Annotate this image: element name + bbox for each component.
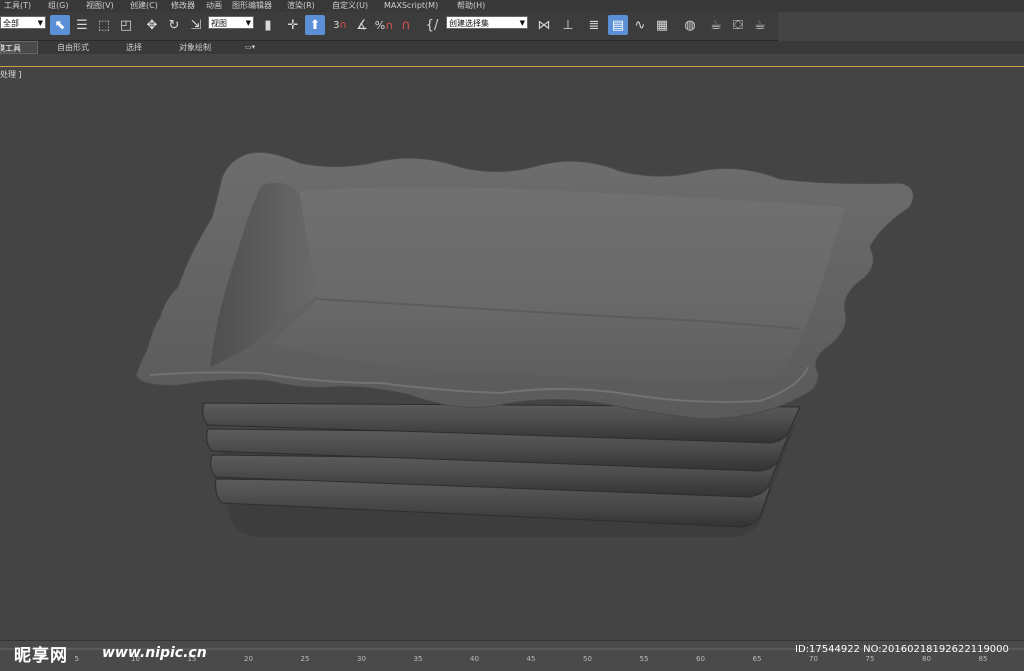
timeline-tick-label: 80: [922, 655, 931, 663]
schematic-view-icon[interactable]: ▦: [652, 15, 672, 35]
layer-manager-icon[interactable]: ≣: [584, 15, 604, 35]
align-icon[interactable]: ⊥: [558, 15, 578, 35]
scale-icon[interactable]: ⇲: [186, 15, 206, 35]
ribbon-divider: [0, 66, 1024, 67]
timeline-tick-label: 40: [470, 655, 479, 663]
menu-rendering[interactable]: 渲染(R): [287, 0, 315, 12]
timeline-tick-label: 20: [244, 655, 253, 663]
menu-bar: 工具(T) 组(G) 视图(V) 创建(C) 修改器 动画 图形编辑器 渲染(R…: [0, 0, 1024, 12]
menu-maxscript[interactable]: MAXScript(M): [384, 0, 438, 12]
timeline-tick-label: 60: [696, 655, 705, 663]
menu-view[interactable]: 视图(V): [86, 0, 114, 12]
main-toolbar: 全部 ▼ ⬉ ☰ ⬚ ◰ ✥ ↻ ⇲ 视图 ▼ ▮ ✛ ⬆ 3 ∩ ∡ % ∩ ∩ …: [0, 12, 778, 41]
named-selection-dropdown[interactable]: 创建选择集 ▼: [446, 16, 528, 29]
spinner-snap-icon[interactable]: ∩: [396, 15, 416, 35]
tab-selection[interactable]: 选择: [126, 41, 142, 54]
watermark-id: ID:17544922 NO:20160218192622119000: [795, 644, 1009, 655]
curve-editor-icon[interactable]: ∿: [630, 15, 650, 35]
transform-gizmo-icon[interactable]: ✛: [283, 15, 303, 35]
angle-snap-icon[interactable]: ∡: [352, 15, 372, 35]
material-editor-icon[interactable]: ◍: [680, 15, 700, 35]
ribbon: 建模工具 自由形式 选择 对象绘制 ▭▾: [0, 41, 1024, 54]
tab-freeform[interactable]: 自由形式: [57, 41, 89, 54]
scene-explorer-icon[interactable]: ▤: [608, 15, 628, 35]
window-crossing-icon[interactable]: ◰: [116, 15, 136, 35]
menu-customize[interactable]: 自定义(U): [332, 0, 368, 12]
ribbon-options-icon[interactable]: ▭▾: [245, 41, 255, 54]
chevron-down-icon: ▼: [245, 19, 251, 27]
perspective-viewport[interactable]: 处理 ]: [0, 67, 1024, 640]
timeline-tick-label: 85: [978, 655, 988, 663]
tab-object-paint[interactable]: 对象绘制: [179, 41, 211, 54]
edit-named-selection-icon[interactable]: {/: [422, 15, 442, 35]
menu-create[interactable]: 创建(C): [130, 0, 158, 12]
snaps-toggle-icon[interactable]: 3 ∩: [330, 15, 350, 35]
timeline-tick-label: 55: [639, 655, 649, 663]
timeline-tick-label: 25: [300, 655, 310, 663]
reference-coord-value: 视图: [211, 19, 227, 28]
keyboard-shortcut-override-icon[interactable]: ⬆: [305, 15, 325, 35]
dish-base-bands: [202, 402, 801, 537]
watermark-url: www.nipic.cn: [102, 645, 207, 661]
timeline-tick-label: 75: [865, 655, 875, 663]
reference-coord-dropdown[interactable]: 视图 ▼: [208, 16, 254, 29]
menu-help[interactable]: 帮助(H): [457, 0, 485, 12]
toolbar-empty-area: [778, 12, 1024, 40]
tab-modeling-label: 建模工具: [1, 44, 21, 53]
menu-animation[interactable]: 动画: [206, 0, 222, 12]
timeline-tick-label: 70: [809, 655, 818, 663]
menu-modifiers[interactable]: 修改器: [171, 0, 195, 12]
timeline-tick-label: 30: [357, 655, 366, 663]
chevron-down-icon: ▼: [519, 19, 525, 27]
timeline-tick-label: 5: [74, 655, 79, 663]
rectangular-selection-icon[interactable]: ⬚: [94, 15, 114, 35]
render-production-icon[interactable]: ☕: [750, 15, 770, 35]
named-selection-value: 创建选择集: [449, 19, 489, 28]
select-by-name-icon[interactable]: ☰: [72, 15, 92, 35]
timeline-tick-label: 45: [526, 655, 536, 663]
chevron-down-icon: ▼: [37, 19, 43, 27]
selection-filter-dropdown[interactable]: 全部 ▼: [0, 16, 46, 29]
timeline-tick-label: 35: [413, 655, 423, 663]
rotate-icon[interactable]: ↻: [164, 15, 184, 35]
move-icon[interactable]: ✥: [142, 15, 162, 35]
menu-group[interactable]: 组(G): [48, 0, 68, 12]
select-object-icon[interactable]: ⬉: [50, 15, 70, 35]
timeline-tick-label: 65: [752, 655, 762, 663]
tab-modeling[interactable]: 建模工具: [0, 41, 38, 54]
timeline-tick-label: 50: [583, 655, 592, 663]
viewport-label[interactable]: 处理 ]: [0, 69, 22, 80]
pivot-center-icon[interactable]: ▮: [258, 15, 278, 35]
percent-snap-icon[interactable]: % ∩: [374, 15, 394, 35]
selection-filter-value: 全部: [3, 19, 19, 28]
watermark-logo: 昵享网: [14, 646, 68, 666]
viewport-canvas: [135, 151, 914, 537]
dish-inner-floor: [270, 187, 845, 382]
menu-graph-editors[interactable]: 图形编辑器: [232, 0, 272, 12]
render-setup-icon[interactable]: ☕: [706, 15, 726, 35]
rendered-frame-window-icon[interactable]: ⛋: [728, 15, 748, 35]
menu-tools[interactable]: 工具(T): [4, 0, 31, 12]
mirror-icon[interactable]: ⋈: [534, 15, 554, 35]
